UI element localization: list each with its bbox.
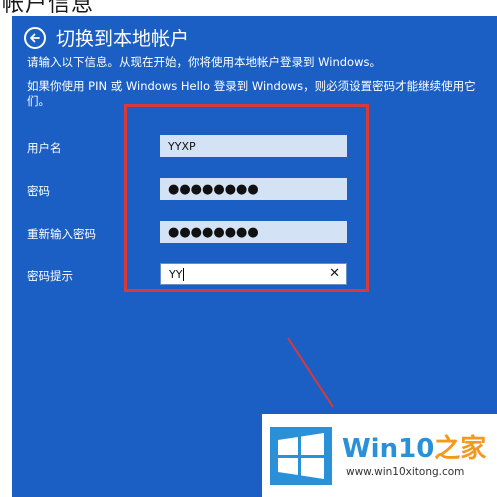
watermark-brand-accent: 之家 bbox=[434, 433, 487, 464]
windows-logo-icon bbox=[270, 426, 332, 485]
watermark-brand-main: Win10 bbox=[342, 433, 435, 464]
win10-watermark: Win10之家 www.win10xitong.com bbox=[262, 414, 497, 497]
watermark-brand: Win10之家 bbox=[342, 434, 486, 464]
watermark-text: Win10之家 www.win10xitong.com bbox=[342, 434, 486, 478]
watermark-url: www.win10xitong.com bbox=[346, 465, 465, 478]
